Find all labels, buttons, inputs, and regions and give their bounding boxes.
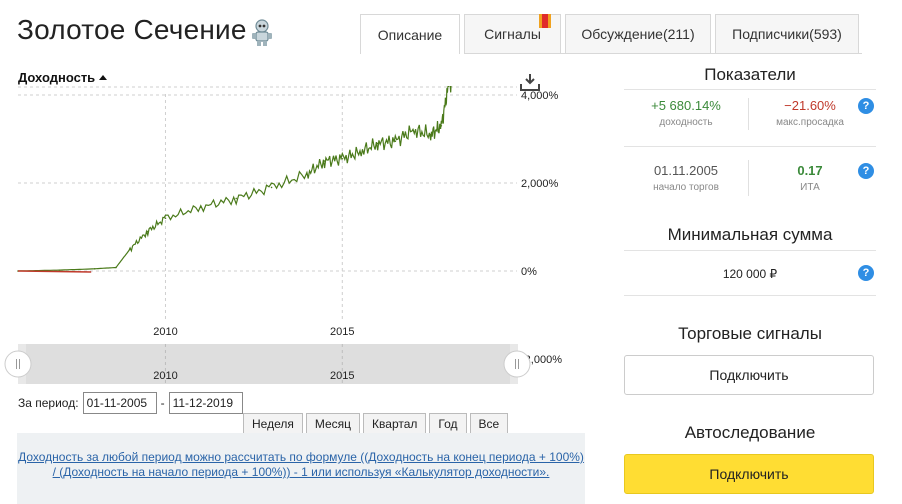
strategy-title: Золотое Сечение bbox=[17, 14, 247, 45]
y-tick-label: 4,000% bbox=[521, 90, 559, 102]
tab-signals[interactable]: Сигналы bbox=[464, 14, 561, 53]
tab-description[interactable]: Описание bbox=[360, 14, 460, 54]
yield-data-point bbox=[412, 129, 414, 131]
yield-label: Доходность bbox=[18, 70, 96, 85]
new-flag-icon bbox=[539, 14, 551, 28]
help-icon[interactable]: ? bbox=[858, 98, 874, 114]
tab-label: Сигналы bbox=[484, 26, 541, 42]
yield-data-point bbox=[129, 248, 131, 250]
yield-data-point bbox=[429, 133, 432, 136]
yield-data-point bbox=[323, 160, 326, 162]
signals-connect-button[interactable]: Подключить bbox=[624, 355, 874, 395]
min-sum-value: 120 000 ₽ bbox=[722, 267, 778, 281]
yield-data-point bbox=[359, 151, 361, 153]
divider bbox=[624, 250, 876, 251]
yield-sort-toggle[interactable]: Доходность bbox=[18, 70, 108, 85]
navigator-tick-label: 2015 bbox=[330, 370, 354, 382]
yield-caption: доходность bbox=[659, 117, 713, 128]
yield-data-point bbox=[341, 158, 344, 160]
divider bbox=[624, 89, 876, 90]
yield-data-point bbox=[200, 206, 202, 208]
sort-up-icon bbox=[99, 75, 108, 80]
y-tick-label: 0% bbox=[521, 266, 537, 278]
tab-label: Обсуждение(211) bbox=[581, 26, 695, 42]
tab-label: Подписчики(593) bbox=[732, 26, 842, 42]
metrics-title: Показатели bbox=[704, 65, 796, 84]
tab-label: Описание bbox=[377, 26, 443, 43]
period-selector: За период: - bbox=[18, 392, 247, 414]
tab-subscribers[interactable]: Подписчики(593) bbox=[715, 14, 859, 53]
navigator-tick-label: 2010 bbox=[153, 370, 177, 382]
divider bbox=[748, 98, 749, 130]
yield-chart[interactable]: -2,000%0%2,000%4,000%6,000%2010201520102… bbox=[0, 86, 590, 386]
tab-discussion[interactable]: Обсуждение(211) bbox=[565, 14, 711, 53]
start-date-caption: начало торгов bbox=[653, 182, 719, 193]
drawdown-caption: макс.просадка bbox=[776, 117, 844, 128]
navigator-handle-right[interactable] bbox=[503, 350, 531, 378]
x-tick-label: 2010 bbox=[153, 326, 177, 338]
range-quarter-button[interactable]: Квартал bbox=[363, 413, 427, 435]
help-icon[interactable]: ? bbox=[858, 163, 874, 179]
yield-data-point bbox=[164, 217, 167, 219]
period-to-input[interactable] bbox=[168, 392, 243, 414]
range-navigator-selection[interactable] bbox=[26, 344, 510, 384]
tab-bar: Описание Сигналы Обсуждение(211) Подписч… bbox=[360, 14, 863, 54]
x-tick-label: 2015 bbox=[330, 326, 354, 338]
period-label: За период: bbox=[18, 396, 79, 410]
navigator-handle-left[interactable] bbox=[4, 350, 32, 378]
tab-divider bbox=[464, 53, 862, 54]
min-sum-title: Минимальная сумма bbox=[667, 225, 833, 244]
range-year-button[interactable]: Год bbox=[429, 413, 467, 435]
yield-value: +5 680.14% bbox=[651, 98, 721, 113]
divider bbox=[624, 295, 876, 296]
period-separator: - bbox=[160, 396, 165, 410]
yield-series-line bbox=[17, 86, 452, 272]
yield-data-point bbox=[58, 269, 61, 271]
autofollow-connect-button[interactable]: Подключить bbox=[624, 454, 874, 494]
yield-formula-note: Доходность за любой период можно рассчит… bbox=[17, 433, 585, 504]
yield-data-point bbox=[394, 140, 397, 142]
yield-data-point bbox=[440, 125, 443, 127]
signals-title: Торговые сигналы bbox=[678, 324, 822, 343]
yield-data-point bbox=[235, 197, 238, 200]
range-buttons: Неделя Месяц Квартал Год Все bbox=[243, 413, 511, 435]
divider bbox=[748, 160, 749, 196]
help-icon[interactable]: ? bbox=[858, 265, 874, 281]
yield-data-point bbox=[306, 173, 308, 175]
yield-calculator-link[interactable]: Доходность за любой период можно рассчит… bbox=[18, 450, 584, 479]
y-tick-label: 2,000% bbox=[521, 178, 559, 190]
zero-baseline-segment bbox=[17, 270, 92, 273]
autofollow-title: Автоследование bbox=[684, 423, 816, 442]
yield-data-point bbox=[115, 266, 117, 269]
metrics-row-yield: +5 680.14% доходность −21.60% макс.просадк… bbox=[624, 98, 876, 128]
yield-data-point bbox=[146, 230, 149, 233]
yield-data-point bbox=[270, 186, 273, 189]
range-all-button[interactable]: Все bbox=[469, 413, 509, 435]
ita-value: 0.17 bbox=[797, 163, 823, 178]
period-from-input[interactable] bbox=[82, 392, 157, 414]
ita-caption: ИТА bbox=[800, 182, 820, 193]
metrics-row-start: 01.11.2005 начало торгов 0.17 ИТА bbox=[624, 163, 876, 193]
divider bbox=[624, 146, 876, 147]
yield-data-point bbox=[376, 142, 379, 145]
yield-data-point bbox=[93, 268, 96, 270]
drawdown-value: −21.60% bbox=[784, 98, 836, 113]
start-date-value: 01.11.2005 bbox=[653, 163, 719, 178]
range-week-button[interactable]: Неделя bbox=[243, 413, 303, 435]
range-month-button[interactable]: Месяц bbox=[305, 413, 361, 435]
robot-icon bbox=[252, 19, 272, 46]
